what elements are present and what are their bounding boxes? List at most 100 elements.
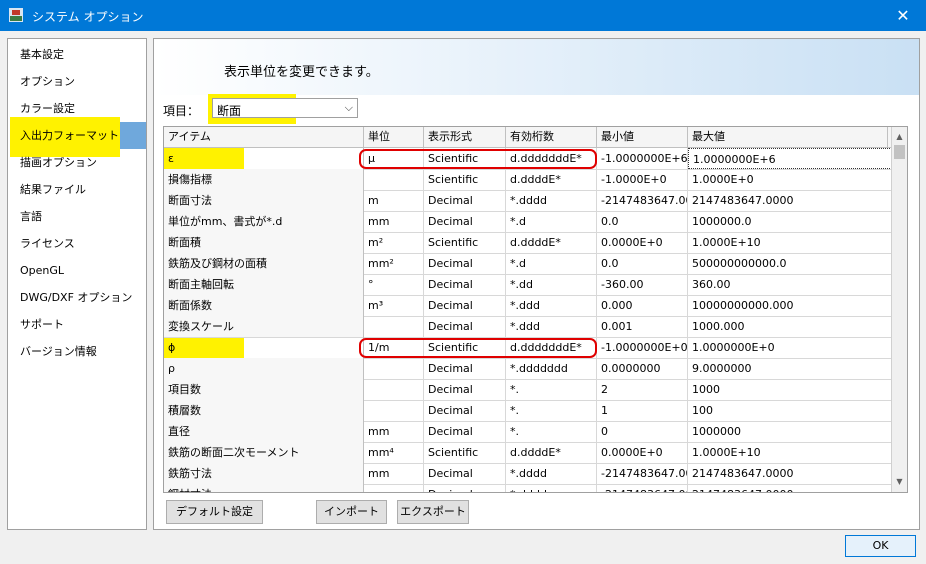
default-settings-button[interactable]: デフォルト設定 — [166, 500, 263, 524]
cell-max[interactable]: 1.0000000E+6 — [688, 148, 892, 169]
scroll-up-icon[interactable]: ▲ — [892, 129, 907, 145]
cell-min[interactable]: 0.0 — [597, 211, 688, 232]
cell-unit[interactable]: mm² — [364, 253, 424, 274]
cell-format[interactable]: Decimal — [424, 484, 506, 492]
cell-min[interactable]: 0.001 — [597, 316, 688, 337]
header-max[interactable]: 最大値 — [688, 127, 888, 147]
header-format[interactable]: 表示形式 — [424, 127, 506, 147]
cell-digits[interactable]: *.d — [506, 253, 597, 274]
cell-max[interactable]: 500000000000.0 — [688, 253, 892, 274]
cell-min[interactable]: 0.0 — [597, 253, 688, 274]
cell-max[interactable]: 2147483647.0000 — [688, 484, 892, 492]
cell-format[interactable]: Decimal — [424, 190, 506, 211]
cell-digits[interactable]: *. — [506, 421, 597, 442]
sidebar-item-language[interactable]: 言語 — [8, 203, 146, 230]
category-select[interactable]: 断面 ⌵ — [212, 98, 358, 118]
table-row[interactable]: 断面係数 m³ Decimal *.ddd 0.000 10000000000.000 — [164, 295, 892, 317]
cell-digits[interactable]: *.dddd — [506, 463, 597, 484]
cell-format[interactable]: Scientific — [424, 232, 506, 253]
cell-unit[interactable]: m³ — [364, 295, 424, 316]
cell-format[interactable]: Decimal — [424, 274, 506, 295]
table-row[interactable]: 断面寸法mDecimal*.dddd-2147483647.0000214748… — [164, 190, 892, 212]
cell-digits[interactable]: *.ddd — [506, 316, 597, 337]
cell-digits[interactable]: *. — [506, 400, 597, 421]
cell-unit[interactable] — [364, 400, 424, 421]
table-row[interactable]: ρ Decimal *.ddddddd 0.0000000 9.0000000 — [164, 358, 892, 380]
cell-unit[interactable]: mm⁴ — [364, 442, 424, 463]
header-item[interactable]: アイテム — [164, 127, 364, 147]
sidebar-item-version[interactable]: バージョン情報 — [8, 338, 146, 365]
cell-format[interactable]: Decimal — [424, 463, 506, 484]
sidebar-item-result-file[interactable]: 結果ファイル — [8, 176, 146, 203]
cell-max[interactable]: 1.0000E+10 — [688, 232, 892, 253]
cell-digits[interactable]: *.ddddddd — [506, 358, 597, 379]
cell-max[interactable]: 1000 — [688, 379, 892, 400]
cell-min[interactable]: -1.0000E+0 — [597, 169, 688, 190]
cell-max[interactable]: 1000000 — [688, 421, 892, 442]
cell-max[interactable]: 1.0000E+10 — [688, 442, 892, 463]
cell-min[interactable]: 0 — [597, 421, 688, 442]
cell-digits[interactable]: *.ddd — [506, 295, 597, 316]
cell-min[interactable]: 2 — [597, 379, 688, 400]
cell-unit[interactable]: m² — [364, 232, 424, 253]
table-row[interactable]: 項目数 Decimal *. 2 1000 — [164, 379, 892, 401]
cell-unit[interactable]: mm — [364, 421, 424, 442]
sidebar-item-license[interactable]: ライセンス — [8, 230, 146, 257]
table-row[interactable]: 鉄筋及び鋼材の面積 mm² Decimal *.d 0.0 500000000000.0 — [164, 253, 892, 275]
cell-digits[interactable]: d.ddddE* — [506, 442, 597, 463]
scroll-down-icon[interactable]: ▼ — [892, 474, 907, 490]
cell-format[interactable]: Decimal — [424, 316, 506, 337]
cell-max[interactable]: 9.0000000 — [688, 358, 892, 379]
cell-max[interactable]: 360.00 — [688, 274, 892, 295]
sidebar-item-drawing-options[interactable]: 描画オプション — [8, 149, 146, 176]
cell-format[interactable]: Scientific — [424, 442, 506, 463]
table-scrollbar[interactable]: ▲ ▼ — [891, 127, 907, 492]
cell-digits[interactable]: *. — [506, 379, 597, 400]
cell-unit[interactable]: ° — [364, 274, 424, 295]
import-button[interactable]: インポート — [316, 500, 387, 524]
sidebar-item-dwg-dxf[interactable]: DWG/DXF オプション — [8, 284, 146, 311]
cell-min[interactable]: 1 — [597, 400, 688, 421]
cell-min[interactable]: 0.0000E+0 — [597, 442, 688, 463]
sidebar-item-color-settings[interactable]: カラー設定 — [8, 95, 146, 122]
cell-unit[interactable] — [364, 316, 424, 337]
cell-min[interactable]: -2147483647.0000 — [597, 484, 688, 492]
cell-format[interactable]: Decimal — [424, 421, 506, 442]
cell-min[interactable]: -1.0000000E+0 — [597, 337, 688, 358]
table-row[interactable]: 鉄筋寸法mmDecimal*.dddd-2147483647.000021474… — [164, 463, 892, 485]
cell-format[interactable]: Decimal — [424, 295, 506, 316]
cell-digits[interactable]: *.dddd — [506, 190, 597, 211]
table-row[interactable]: 鉄筋の断面二次モーメント mm⁴ Scientific d.ddddE* 0.0000E… — [164, 442, 892, 464]
cell-unit[interactable]: m — [364, 190, 424, 211]
table-row[interactable]: 断面主軸回転 ° Decimal *.dd -360.00 360.00 — [164, 274, 892, 296]
table-row[interactable]: 損傷指標 Scientific d.ddddE* -1.0000E+0 1.0000E+… — [164, 169, 892, 191]
header-min[interactable]: 最小値 — [597, 127, 688, 147]
cell-max[interactable]: 1.0000000E+0 — [688, 337, 892, 358]
cell-format[interactable]: Decimal — [424, 358, 506, 379]
sidebar-item-options[interactable]: オプション — [8, 68, 146, 95]
sidebar-item-support[interactable]: サポート — [8, 311, 146, 338]
header-unit[interactable]: 単位 — [364, 127, 424, 147]
cell-min[interactable]: 0.0000E+0 — [597, 232, 688, 253]
cell-unit[interactable]: mm — [364, 463, 424, 484]
cell-max[interactable]: 2147483647.0000 — [688, 190, 892, 211]
cell-max[interactable]: 1.0000E+0 — [688, 169, 892, 190]
table-row[interactable]: 積層数 Decimal *. 1 100 — [164, 400, 892, 422]
table-row[interactable]: 変換スケール Decimal *.ddd 0.001 1000.000 — [164, 316, 892, 338]
cell-digits[interactable]: d.ddddE* — [506, 169, 597, 190]
sidebar-item-basic-settings[interactable]: 基本設定 — [8, 41, 146, 68]
cell-min[interactable]: 0.0000000 — [597, 358, 688, 379]
cell-format[interactable]: Decimal — [424, 253, 506, 274]
table-row[interactable]: 鋼材寸法mmDecimal*.dddd-2147483647.000021474… — [164, 484, 892, 492]
cell-format[interactable]: Decimal — [424, 400, 506, 421]
table-row[interactable]: 直径 mm Decimal *. 0 1000000 — [164, 421, 892, 443]
ok-button[interactable]: OK — [845, 535, 916, 557]
cell-max[interactable]: 1000000.0 — [688, 211, 892, 232]
cell-unit[interactable] — [364, 358, 424, 379]
cell-digits[interactable]: *.dd — [506, 274, 597, 295]
cell-min[interactable]: -360.00 — [597, 274, 688, 295]
cell-min[interactable]: -2147483647.0000 — [597, 190, 688, 211]
cell-format[interactable]: Scientific — [424, 169, 506, 190]
close-icon[interactable]: ✕ — [880, 0, 926, 31]
cell-min[interactable]: -2147483647.0000 — [597, 463, 688, 484]
